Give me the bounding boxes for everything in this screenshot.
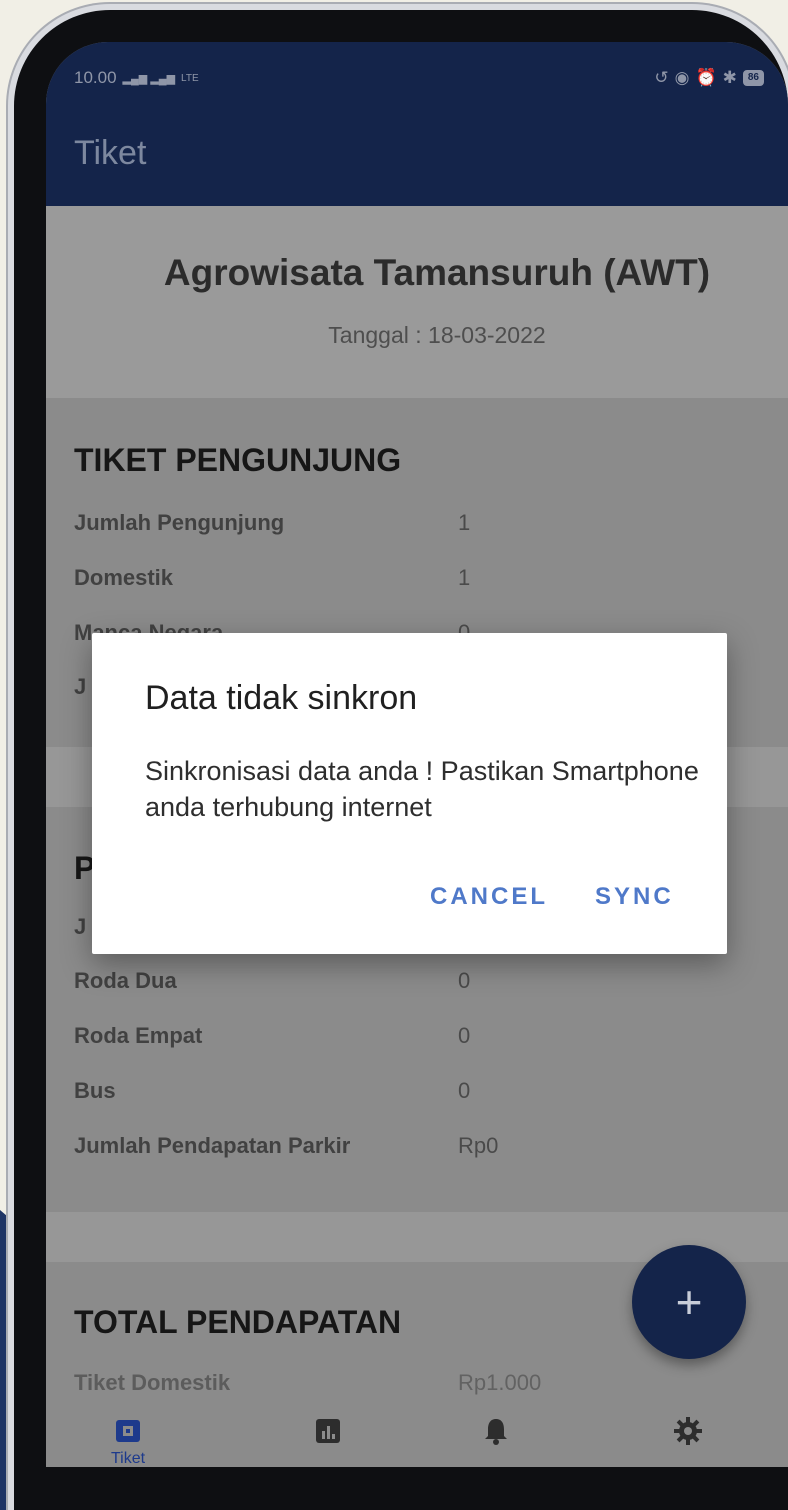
sync-button[interactable]: SYNC — [595, 883, 674, 911]
row-label: Tiket Domestik — [74, 1370, 231, 1395]
nav-item-tiket[interactable]: Tiket — [98, 1414, 158, 1467]
venue-name: Agrowisata Tamansuruh (AWT) — [163, 252, 711, 293]
signal-icon: ▂▄▆ ▂▄▆ — [122, 72, 176, 85]
alarm-icon: ⏰ — [695, 68, 717, 87]
row-value: 0 — [458, 1023, 471, 1048]
row-value: 0 — [458, 968, 471, 993]
cancel-button[interactable]: CANCEL — [430, 883, 548, 911]
row-label: Roda Empat — [74, 1023, 203, 1048]
status-bar: 10.00 ▂▄▆ ▂▄▆ LTE ↺ ◉ ⏰ ✱ 86 — [74, 64, 764, 92]
page-title: Tiket — [74, 134, 147, 172]
bottom-navigation: Tiket — [46, 1408, 788, 1467]
row-label: Domestik — [74, 565, 174, 590]
visit-date: Tanggal : 18-03-2022 — [328, 322, 546, 348]
header-card — [46, 206, 788, 398]
app-bar: 10.00 ▂▄▆ ▂▄▆ LTE ↺ ◉ ⏰ ✱ 86 Tiket — [46, 42, 788, 206]
add-button[interactable]: + — [632, 1245, 746, 1359]
row-value: Rp0 — [458, 1133, 499, 1158]
row-value: 1 — [458, 510, 471, 535]
power-button — [6, 560, 14, 670]
network-type: LTE — [181, 72, 199, 84]
dialog-title: Data tidak sinkron — [145, 679, 418, 717]
nav-item-settings[interactable] — [658, 1414, 718, 1467]
gear-icon — [671, 1414, 705, 1448]
nav-item-report[interactable] — [298, 1414, 358, 1467]
row-label: Jumlah Pengunjung — [74, 510, 285, 535]
row-label: Jumlah Pendapatan Parkir — [74, 1133, 351, 1158]
dialog-message: Sinkronisasi data anda ! Pastikan Smartp… — [145, 756, 699, 822]
bell-icon — [479, 1414, 513, 1448]
row-label: J — [74, 914, 87, 939]
ticket-icon — [111, 1414, 145, 1448]
row-label: Roda Dua — [74, 968, 177, 993]
row-value: 1 — [458, 565, 471, 590]
nav-item-notifications[interactable] — [466, 1414, 526, 1467]
bluetooth-icon: ✱ — [722, 68, 737, 87]
nav-label-tiket: Tiket — [110, 1450, 146, 1467]
row-label: Bus — [74, 1078, 116, 1103]
sync-icon: ↺ — [654, 68, 669, 87]
location-icon: ◉ — [674, 68, 690, 87]
row-value: 0 — [458, 1078, 471, 1103]
chart-icon — [311, 1414, 345, 1448]
volume-button — [6, 420, 14, 530]
battery-icon: 86 — [742, 70, 764, 86]
section-title-tiket-pengunjung: TIKET PENGUNJUNG — [74, 442, 402, 478]
section-title-total-pendapatan: TOTAL PENDAPATAN — [74, 1304, 402, 1340]
row-value: Rp1.000 — [458, 1370, 542, 1395]
sync-dialog: Data tidak sinkron Sinkronisasi data and… — [92, 633, 727, 954]
clock: 10.00 — [74, 68, 117, 87]
row-label: J — [74, 674, 87, 699]
